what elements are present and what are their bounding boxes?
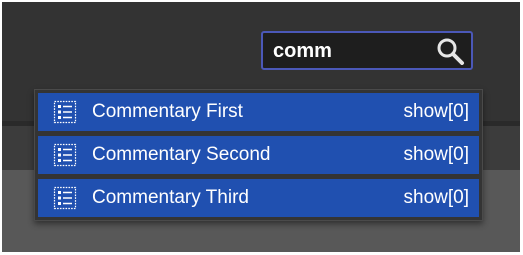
suggestion-item-commentary-third[interactable]: Commentary Third show[0] <box>38 179 479 217</box>
app-window: Commentary First show[0] Commentary Seco… <box>2 2 520 252</box>
document-list-icon <box>53 100 77 124</box>
search-input[interactable] <box>273 37 433 65</box>
document-list-icon <box>53 186 77 210</box>
suggestion-label: Commentary Second <box>92 144 271 165</box>
suggestion-dropdown: Commentary First show[0] Commentary Seco… <box>34 89 483 221</box>
suggestion-label: Commentary First <box>92 101 243 122</box>
document-list-icon <box>53 143 77 167</box>
search-box[interactable] <box>261 31 473 70</box>
suggestion-label: Commentary Third <box>92 187 249 208</box>
suggestion-action: show[0] <box>403 187 469 208</box>
suggestion-action: show[0] <box>403 144 469 165</box>
suggestion-item-commentary-second[interactable]: Commentary Second show[0] <box>38 136 479 174</box>
search-icon[interactable] <box>435 37 465 65</box>
suggestion-action: show[0] <box>403 101 469 122</box>
suggestion-item-commentary-first[interactable]: Commentary First show[0] <box>38 93 479 131</box>
